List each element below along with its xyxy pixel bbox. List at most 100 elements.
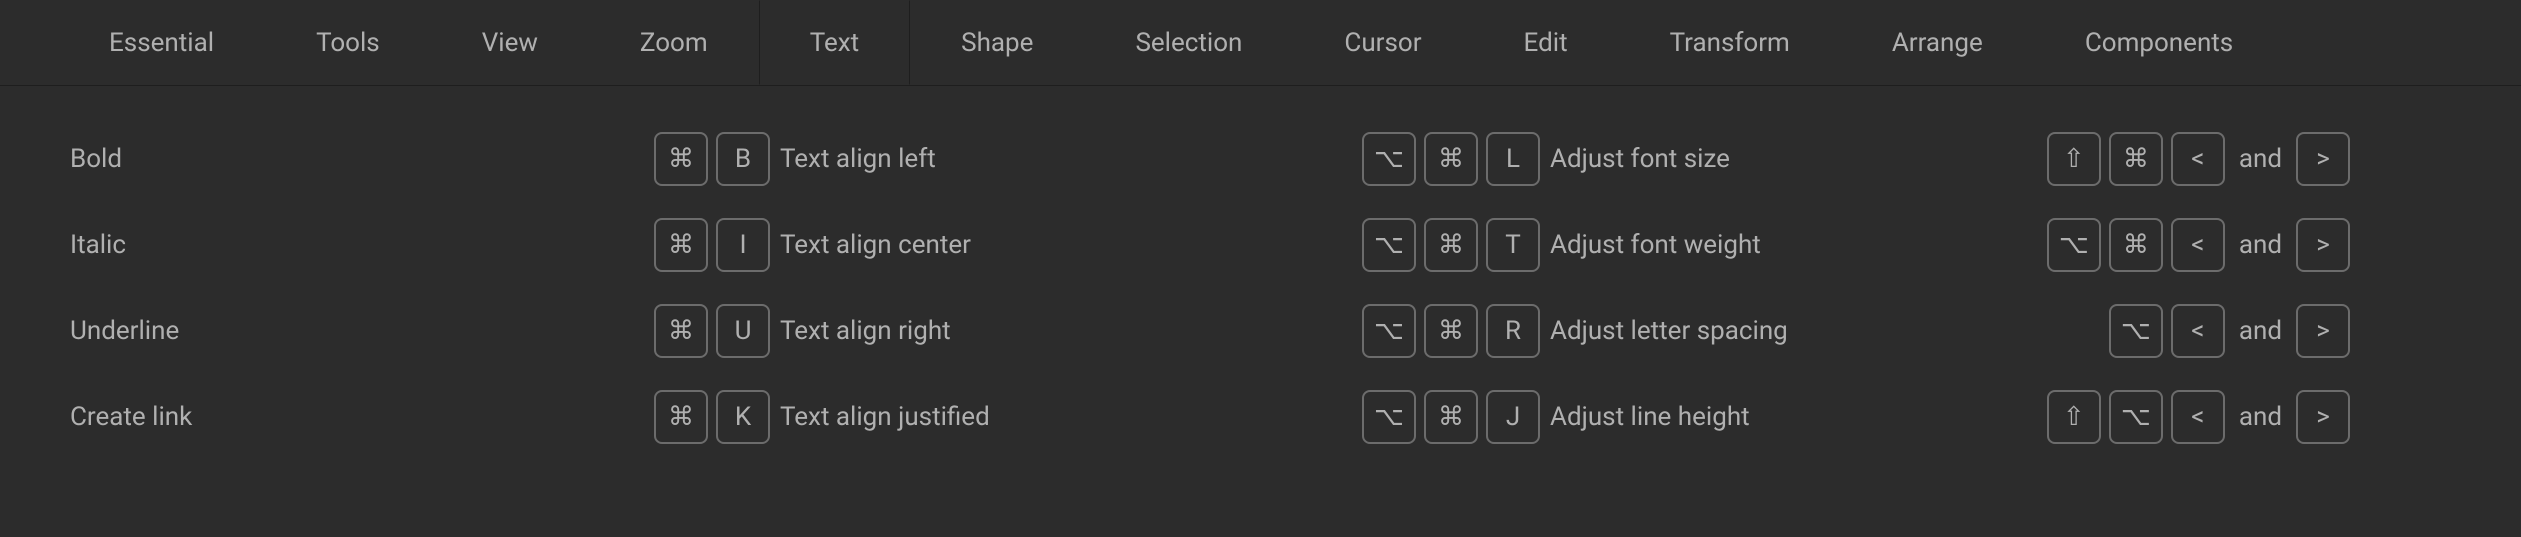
shortcut-row: Italic ⌘I — [70, 202, 770, 288]
tab-essential[interactable]: Essential — [58, 0, 265, 85]
shortcut-label: Adjust line height — [1550, 402, 1750, 432]
less-than-key-icon: < — [2171, 218, 2225, 272]
tab-label: Cursor — [1344, 28, 1421, 58]
tab-components[interactable]: Components — [2034, 0, 2284, 85]
less-than-key-icon: < — [2171, 390, 2225, 444]
shortcut-row: Text align center ⌥⌘T — [780, 202, 1540, 288]
shortcut-row: Create link ⌘K — [70, 374, 770, 460]
shortcuts-columns: Bold⌘BItalic⌘IUnderline⌘UCreate link⌘K T… — [0, 86, 2521, 460]
letter-key-k: K — [716, 390, 770, 444]
tab-tools[interactable]: Tools — [265, 0, 431, 85]
letter-key-j: J — [1486, 390, 1540, 444]
shortcut-keys: ⌥⌘J — [1362, 390, 1540, 444]
shortcut-keys: ⌘K — [654, 390, 770, 444]
shortcut-row: Adjust font weight ⌥⌘< and > — [1550, 202, 2350, 288]
tab-transform[interactable]: Transform — [1619, 0, 1841, 85]
shortcut-label: Text align left — [780, 144, 936, 174]
shortcut-keys: ⌥< and > — [2109, 304, 2350, 358]
less-than-key-icon: < — [2171, 132, 2225, 186]
cmd-key-icon: ⌘ — [654, 390, 708, 444]
shortcut-label: Italic — [70, 230, 126, 260]
shortcut-label: Text align right — [780, 316, 951, 346]
shortcut-keys: ⇧⌘< and > — [2047, 132, 2350, 186]
tab-label: Zoom — [640, 28, 708, 58]
separator-and: and — [2233, 144, 2288, 174]
shortcuts-col-3: Adjust font size⇧⌘<and>Adjust font weigh… — [1550, 116, 2350, 460]
cmd-key-icon: ⌘ — [654, 304, 708, 358]
shortcut-row: Text align left ⌥⌘L — [780, 116, 1540, 202]
shortcut-row: Adjust font size ⇧⌘< and > — [1550, 116, 2350, 202]
option-key-icon: ⌥ — [1362, 218, 1416, 272]
shortcut-label: Create link — [70, 402, 192, 432]
option-key-icon: ⌥ — [2109, 390, 2163, 444]
tab-label: View — [482, 28, 538, 58]
tab-label: Arrange — [1892, 28, 1983, 58]
shortcut-row: Adjust letter spacing ⌥< and > — [1550, 288, 2350, 374]
cmd-key-icon: ⌘ — [654, 218, 708, 272]
shortcut-row: Adjust line height ⇧⌥< and > — [1550, 374, 2350, 460]
tab-shape[interactable]: Shape — [910, 0, 1084, 85]
tab-label: Essential — [109, 28, 214, 58]
tab-label: Tools — [316, 28, 380, 58]
shortcut-row: Underline⌘U — [70, 288, 770, 374]
shortcut-label: Adjust font weight — [1550, 230, 1761, 260]
tab-label: Shape — [961, 28, 1033, 58]
tab-zoom[interactable]: Zoom — [589, 0, 759, 85]
shortcut-label: Text align justified — [780, 402, 990, 432]
cmd-key-icon: ⌘ — [2109, 218, 2163, 272]
option-key-icon: ⌥ — [1362, 132, 1416, 186]
option-key-icon: ⌥ — [2047, 218, 2101, 272]
shortcut-keys: ⇧⌥< and > — [2047, 390, 2350, 444]
cmd-key-icon: ⌘ — [1424, 132, 1478, 186]
shortcut-keys: ⌘U — [654, 304, 770, 358]
shortcut-label: Text align center — [780, 230, 971, 260]
shortcut-label: Bold — [70, 144, 122, 174]
shortcut-keys: ⌥⌘T — [1362, 218, 1540, 272]
cmd-key-icon: ⌘ — [1424, 390, 1478, 444]
shift-key-icon: ⇧ — [2047, 390, 2101, 444]
option-key-icon: ⌥ — [2109, 304, 2163, 358]
letter-key-i: I — [716, 218, 770, 272]
letter-key-u: U — [716, 304, 770, 358]
shortcut-row: Text align justified ⌥⌘J — [780, 374, 1540, 460]
letter-key-l: L — [1486, 132, 1540, 186]
tab-label: Edit — [1524, 28, 1568, 58]
shortcut-label: Adjust font size — [1550, 144, 1730, 174]
cmd-key-icon: ⌘ — [1424, 218, 1478, 272]
option-key-icon: ⌥ — [1362, 390, 1416, 444]
tab-cursor[interactable]: Cursor — [1293, 0, 1472, 85]
shortcut-row: Bold ⌘B — [70, 116, 770, 202]
cmd-key-icon: ⌘ — [654, 132, 708, 186]
tab-view[interactable]: View — [431, 0, 589, 85]
greater-than-key-icon: > — [2296, 132, 2350, 186]
tab-edit[interactable]: Edit — [1473, 0, 1619, 85]
shortcut-keys: ⌘B — [654, 132, 770, 186]
shortcut-row: Text align right ⌥⌘R — [780, 288, 1540, 374]
letter-key-b: B — [716, 132, 770, 186]
shortcut-keys: ⌥⌘L — [1362, 132, 1540, 186]
tab-label: Text — [810, 28, 859, 58]
tab-label: Selection — [1135, 28, 1242, 58]
shortcut-label: Adjust letter spacing — [1550, 316, 1788, 346]
shortcut-keys: ⌥⌘< and > — [2047, 218, 2350, 272]
separator-and: and — [2233, 316, 2288, 346]
tab-text[interactable]: Text — [759, 0, 910, 85]
greater-than-key-icon: > — [2296, 390, 2350, 444]
letter-key-r: R — [1486, 304, 1540, 358]
less-than-key-icon: < — [2171, 304, 2225, 358]
separator-and: and — [2233, 230, 2288, 260]
tab-selection[interactable]: Selection — [1084, 0, 1293, 85]
letter-key-t: T — [1486, 218, 1540, 272]
cmd-key-icon: ⌘ — [2109, 132, 2163, 186]
separator-and: and — [2233, 402, 2288, 432]
shortcut-keys: ⌥⌘R — [1362, 304, 1540, 358]
shortcuts-col-1: Bold⌘BItalic⌘IUnderline⌘UCreate link⌘K — [70, 116, 770, 460]
shift-key-icon: ⇧ — [2047, 132, 2101, 186]
tabs-bar: Essential Tools View Zoom Text Shape Selection… — [0, 0, 2521, 86]
greater-than-key-icon: > — [2296, 304, 2350, 358]
shortcuts-col-2: Text align left⌥⌘LText align center⌥⌘TTe… — [780, 116, 1540, 460]
option-key-icon: ⌥ — [1362, 304, 1416, 358]
tab-label: Components — [2085, 28, 2233, 58]
greater-than-key-icon: > — [2296, 218, 2350, 272]
tab-arrange[interactable]: Arrange — [1841, 0, 2034, 85]
